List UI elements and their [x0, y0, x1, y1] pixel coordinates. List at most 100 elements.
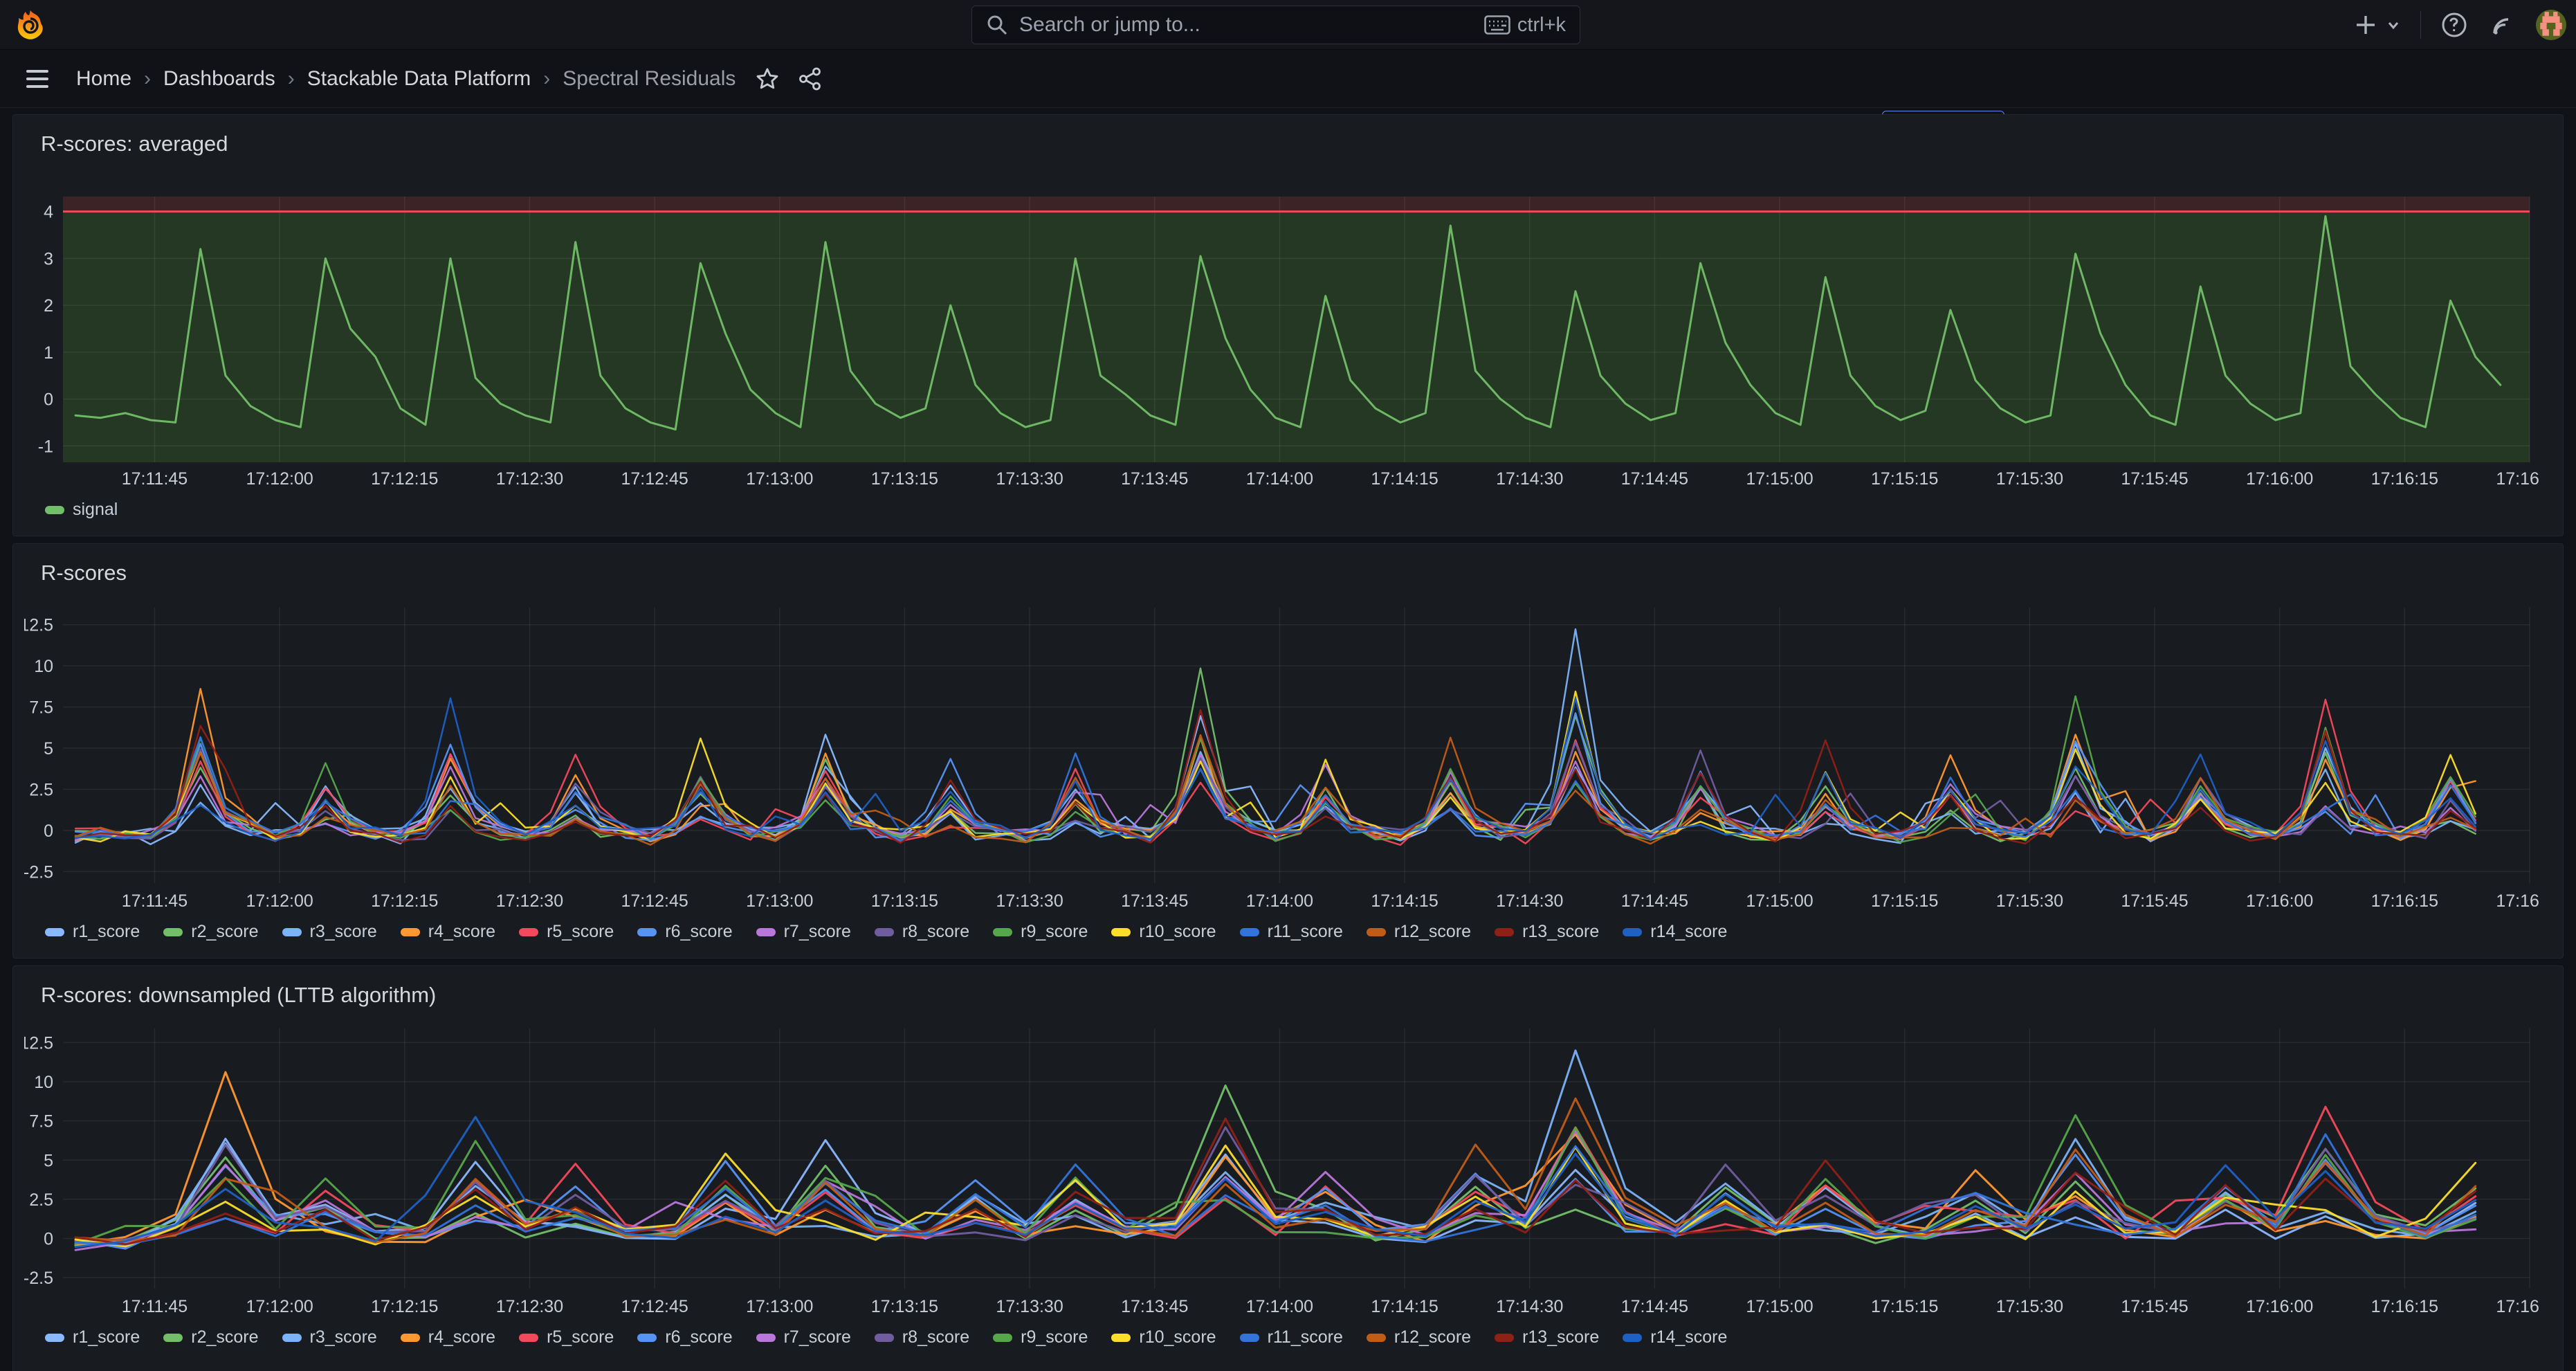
- legend-label: r13_score: [1522, 1327, 1599, 1347]
- svg-text:17:11:45: 17:11:45: [122, 469, 188, 489]
- svg-text:0: 0: [44, 821, 53, 841]
- legend-label: r6_score: [665, 922, 732, 942]
- timeseries-chart-averaged[interactable]: -10123417:11:4517:12:0017:12:1517:12:301…: [24, 166, 2539, 493]
- legend-item-r9_score[interactable]: r9_score: [993, 1327, 1088, 1347]
- breadcrumb-folder[interactable]: Stackable Data Platform: [307, 67, 531, 91]
- legend-item-r2_score[interactable]: r2_score: [163, 922, 258, 942]
- svg-text:17:14:30: 17:14:30: [1496, 891, 1563, 911]
- legend-label: r8_score: [902, 922, 969, 942]
- legend-color-chip: [1495, 1334, 1514, 1342]
- new-menu-button[interactable]: [2354, 10, 2402, 40]
- svg-text:17:12:30: 17:12:30: [496, 469, 563, 489]
- panel-title[interactable]: R-scores: [24, 551, 2552, 595]
- legend-color-chip: [1623, 1334, 1642, 1342]
- svg-text:17:15:45: 17:15:45: [2121, 1297, 2188, 1316]
- panel-title[interactable]: R-scores: averaged: [24, 122, 2552, 166]
- svg-text:17:11:45: 17:11:45: [122, 891, 188, 911]
- legend-item-r7_score[interactable]: r7_score: [756, 922, 851, 942]
- svg-text:17:13:45: 17:13:45: [1121, 469, 1188, 489]
- svg-text:17:14:00: 17:14:00: [1246, 1297, 1313, 1316]
- help-button[interactable]: [2439, 10, 2469, 40]
- svg-text:17:12:15: 17:12:15: [371, 891, 438, 911]
- legend-item-r3_score[interactable]: r3_score: [282, 1327, 377, 1347]
- legend-item-r4_score[interactable]: r4_score: [401, 1327, 495, 1347]
- favorite-star-icon[interactable]: [755, 66, 780, 91]
- breadcrumb-dashboards[interactable]: Dashboards: [163, 67, 275, 91]
- svg-text:17:13:30: 17:13:30: [996, 469, 1063, 489]
- chevron-down-icon: [2384, 16, 2402, 34]
- svg-text:17:14:15: 17:14:15: [1371, 1297, 1438, 1316]
- svg-text:0: 0: [44, 1230, 53, 1249]
- legend-item-r6_score[interactable]: r6_score: [637, 922, 732, 942]
- legend-item-r12_score[interactable]: r12_score: [1367, 922, 1471, 942]
- chart-legend: r1_score r2_score r3_score r4_score r5_score…: [24, 915, 2552, 947]
- legend-item-r10_score[interactable]: r10_score: [1111, 1327, 1216, 1347]
- search-input[interactable]: Search or jump to... ctrl+k: [971, 6, 1580, 44]
- legend-label: r1_score: [73, 922, 140, 942]
- breadcrumb-home[interactable]: Home: [76, 67, 131, 91]
- svg-text:17:14:15: 17:14:15: [1371, 469, 1438, 489]
- legend-label: r14_score: [1650, 922, 1727, 942]
- svg-text:17:16:15: 17:16:15: [2371, 1297, 2438, 1316]
- news-button[interactable]: [2487, 10, 2518, 40]
- legend-item-r11_score[interactable]: r11_score: [1240, 922, 1343, 942]
- legend-item-signal[interactable]: signal: [45, 500, 118, 520]
- legend-label: r6_score: [665, 1327, 732, 1347]
- svg-text:17:13:15: 17:13:15: [871, 469, 938, 489]
- svg-text:17:12:15: 17:12:15: [371, 469, 438, 489]
- legend-label: r11_score: [1268, 922, 1343, 942]
- svg-text:17:14:00: 17:14:00: [1246, 469, 1313, 489]
- panel-title[interactable]: R-scores: downsampled (LTTB algorithm): [24, 973, 2552, 1017]
- legend-label: r2_score: [191, 1327, 258, 1347]
- svg-text:12.5: 12.5: [24, 1033, 53, 1053]
- legend-label: r3_score: [310, 1327, 377, 1347]
- legend-color-chip: [45, 1334, 64, 1342]
- keyboard-icon: [1484, 15, 1510, 35]
- legend-item-r13_score[interactable]: r13_score: [1495, 1327, 1599, 1347]
- legend-item-r3_score[interactable]: r3_score: [282, 922, 377, 942]
- legend-item-r13_score[interactable]: r13_score: [1495, 922, 1599, 942]
- svg-text:1: 1: [44, 343, 53, 363]
- svg-text:17:15:30: 17:15:30: [1996, 1297, 2063, 1316]
- dashboard-canvas: R-scores: averaged -10123417:11:4517:12:…: [0, 109, 2576, 1371]
- legend-item-r14_score[interactable]: r14_score: [1623, 922, 1727, 942]
- legend-item-r14_score[interactable]: r14_score: [1623, 1327, 1727, 1347]
- svg-text:7.5: 7.5: [29, 698, 53, 718]
- legend-label: r14_score: [1650, 1327, 1727, 1347]
- menu-toggle-icon[interactable]: [24, 67, 51, 91]
- legend-item-r12_score[interactable]: r12_score: [1367, 1327, 1471, 1347]
- legend-item-r11_score[interactable]: r11_score: [1240, 1327, 1343, 1347]
- svg-text:2.5: 2.5: [29, 780, 53, 799]
- svg-text:17:12:45: 17:12:45: [621, 891, 688, 911]
- legend-color-chip: [1367, 1334, 1386, 1342]
- panel-r-scores-downsampled: R-scores: downsampled (LTTB algorithm) -…: [12, 965, 2564, 1371]
- legend-item-r9_score[interactable]: r9_score: [993, 922, 1088, 942]
- legend-item-r10_score[interactable]: r10_score: [1111, 922, 1216, 942]
- legend-item-r1_score[interactable]: r1_score: [45, 922, 140, 942]
- svg-text:17:16:30: 17:16:30: [2496, 469, 2539, 489]
- legend-item-r4_score[interactable]: r4_score: [401, 922, 495, 942]
- legend-color-chip: [1623, 928, 1642, 936]
- timeseries-chart-rscores[interactable]: -2.502.557.51012.517:11:4517:12:0017:12:…: [24, 595, 2539, 915]
- legend-color-chip: [1240, 928, 1259, 936]
- svg-text:-2.5: -2.5: [24, 1269, 53, 1288]
- legend-item-r1_score[interactable]: r1_score: [45, 1327, 140, 1347]
- legend-item-r5_score[interactable]: r5_score: [519, 922, 614, 942]
- legend-color-chip: [1111, 1334, 1131, 1342]
- timeseries-chart-downsampled[interactable]: -2.502.557.51012.517:11:4517:12:0017:12:…: [24, 1017, 2539, 1320]
- search-placeholder: Search or jump to...: [1019, 13, 1484, 37]
- help-icon: [2440, 11, 2468, 39]
- legend-item-r2_score[interactable]: r2_score: [163, 1327, 258, 1347]
- legend-item-r5_score[interactable]: r5_score: [519, 1327, 614, 1347]
- legend-item-r7_score[interactable]: r7_score: [756, 1327, 851, 1347]
- legend-item-r6_score[interactable]: r6_score: [637, 1327, 732, 1347]
- user-avatar[interactable]: [2536, 10, 2566, 40]
- svg-text:17:14:15: 17:14:15: [1371, 891, 1438, 911]
- grafana-logo[interactable]: [15, 10, 46, 40]
- svg-text:17:13:30: 17:13:30: [996, 891, 1063, 911]
- legend-label: r4_score: [428, 1327, 495, 1347]
- legend-item-r8_score[interactable]: r8_score: [875, 1327, 969, 1347]
- legend-item-r8_score[interactable]: r8_score: [875, 922, 969, 942]
- legend-label: r10_score: [1139, 1327, 1216, 1347]
- share-icon[interactable]: [798, 66, 823, 91]
